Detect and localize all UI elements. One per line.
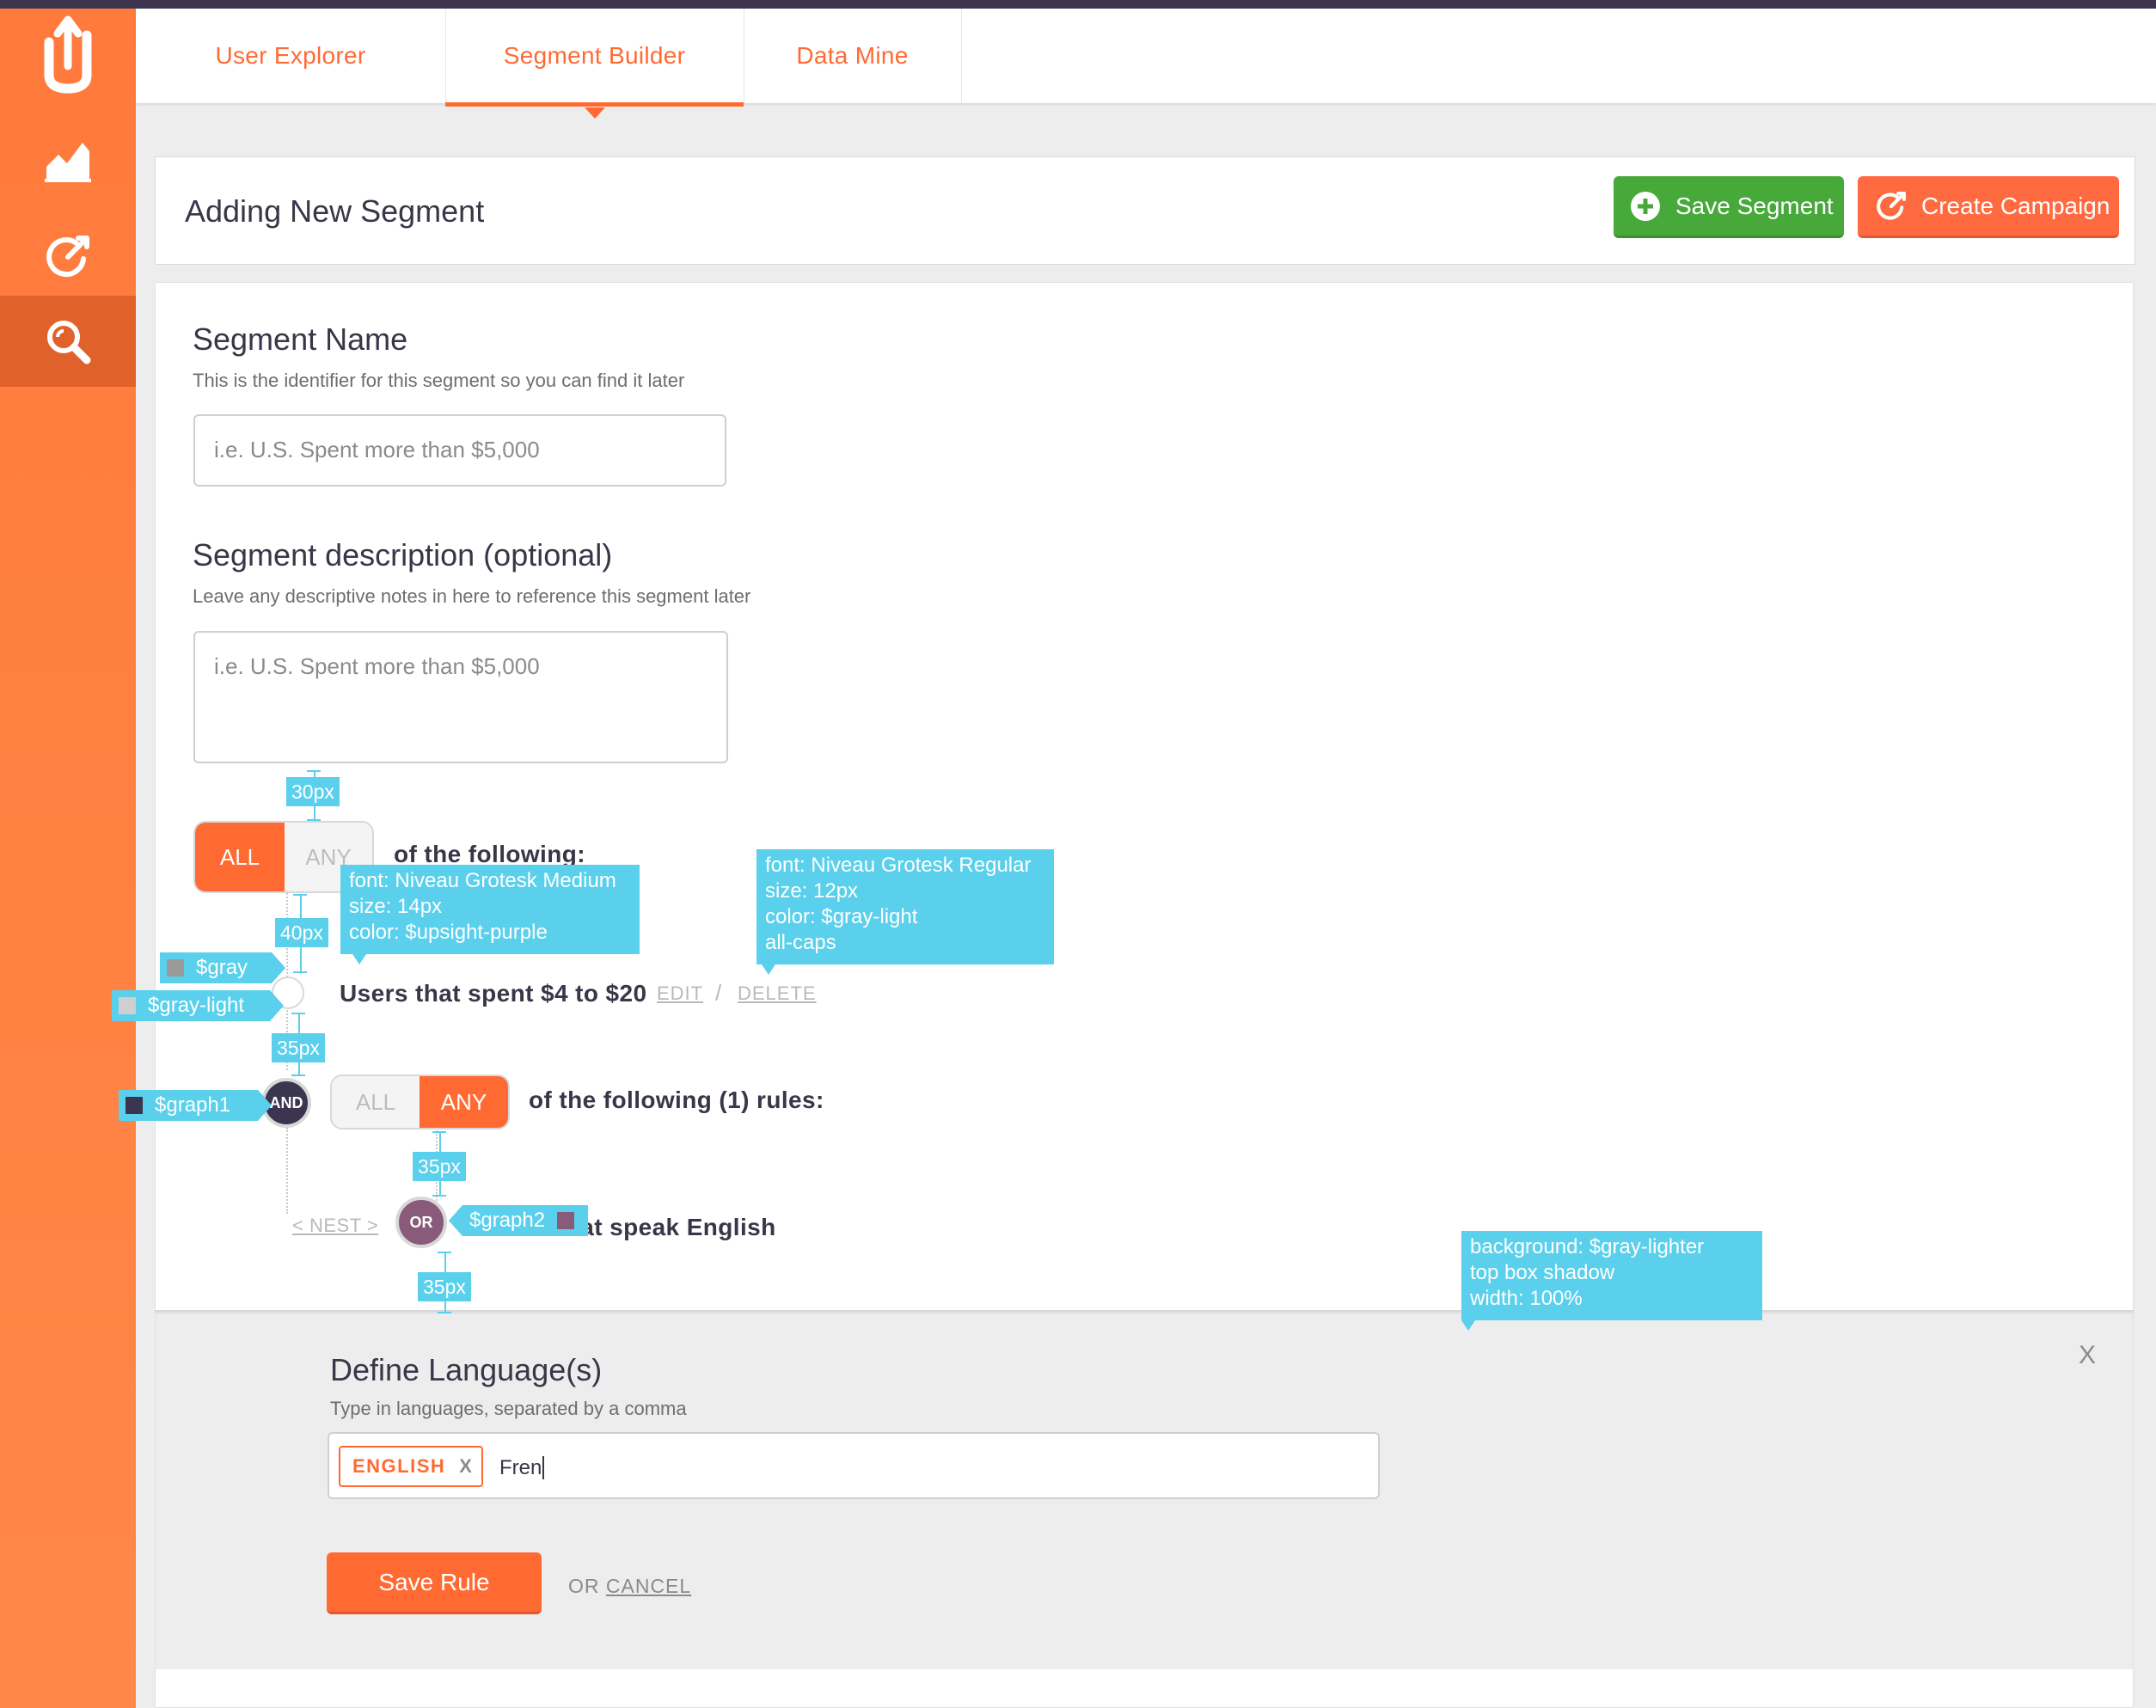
define-language-help: Type in languages, separated by a comma xyxy=(330,1398,687,1419)
language-chip: ENGLISH X xyxy=(339,1446,483,1487)
segment-name-input[interactable]: i.e. U.S. Spent more than $5,000 xyxy=(193,414,726,487)
save-segment-button[interactable]: Save Segment xyxy=(1614,176,1844,238)
spacing-label-35: 35px xyxy=(272,1033,325,1062)
of-the-following-rules-label: of the following (1) rules: xyxy=(529,1087,824,1113)
top-bar xyxy=(0,0,2156,9)
close-panel-button[interactable]: X xyxy=(2079,1341,2097,1370)
font-regular-spec: font: Niveau Grotesk Regular size: 12px … xyxy=(756,849,1054,975)
color-swatch xyxy=(167,959,184,976)
spacing-marker xyxy=(438,1312,451,1313)
edit-link[interactable]: EDIT xyxy=(657,983,703,1005)
tab-segment-builder[interactable]: Segment Builder xyxy=(445,9,744,119)
toggle-all-option[interactable]: ALL xyxy=(195,823,285,891)
target-icon[interactable] xyxy=(0,211,136,303)
top-tabs: User Explorer Segment Builder Data Mine xyxy=(136,9,2156,119)
swatch-gray: $gray xyxy=(160,952,285,983)
swatch-graph1: $graph1 xyxy=(119,1090,272,1121)
spacing-marker xyxy=(291,1074,305,1076)
search-icon[interactable] xyxy=(0,296,136,387)
spacing-marker xyxy=(438,1252,451,1253)
background-spec: background: $gray-lighter top box shadow… xyxy=(1461,1231,1762,1331)
spacing-label-40: 40px xyxy=(275,918,328,947)
chart-icon[interactable] xyxy=(0,113,136,205)
segment-name-help: This is the identifier for this segment … xyxy=(193,370,685,391)
define-language-title: Define Language(s) xyxy=(330,1352,603,1387)
color-swatch xyxy=(557,1212,575,1229)
spacing-marker xyxy=(293,894,307,896)
nest-link[interactable]: < NEST > xyxy=(292,1215,378,1237)
swatch-graph2: $graph2 xyxy=(449,1205,588,1236)
toggle-any-option[interactable]: ANY xyxy=(420,1076,508,1128)
spacing-marker xyxy=(293,971,307,973)
page-title: Adding New Segment xyxy=(185,193,485,229)
plus-circle-icon xyxy=(1629,190,1662,223)
or-node: OR xyxy=(395,1197,447,1248)
spacing-marker xyxy=(291,1013,305,1014)
language-input[interactable]: ENGLISH X Fren xyxy=(328,1432,1380,1499)
sidebar xyxy=(0,9,136,1708)
save-rule-button[interactable]: Save Rule xyxy=(327,1552,542,1614)
rule-1-label: Users that spent $4 to $20 xyxy=(340,980,647,1007)
tab-data-mine[interactable]: Data Mine xyxy=(744,9,962,103)
swatch-gray-light: $gray-light xyxy=(112,990,284,1021)
spacing-label-35: 35px xyxy=(413,1152,466,1181)
or-cancel: OR CANCEL xyxy=(568,1575,692,1597)
match-toggle-nested[interactable]: ALL ANY xyxy=(330,1074,510,1129)
toggle-all-option[interactable]: ALL xyxy=(332,1076,420,1128)
font-medium-spec: font: Niveau Grotesk Medium size: 14px c… xyxy=(340,865,640,964)
spacing-marker xyxy=(307,819,321,821)
spacing-label-35: 35px xyxy=(418,1272,471,1301)
chip-remove-button[interactable]: X xyxy=(459,1455,473,1478)
cancel-link[interactable]: CANCEL xyxy=(606,1575,691,1597)
spacing-marker xyxy=(432,1195,446,1197)
link-separator: / xyxy=(715,980,723,1006)
target-icon xyxy=(1875,190,1908,223)
color-swatch xyxy=(126,1097,143,1114)
spacing-marker xyxy=(432,1131,446,1133)
segment-description-textarea[interactable]: i.e. U.S. Spent more than $5,000 xyxy=(193,631,728,763)
language-input-text: Fren xyxy=(499,1456,545,1480)
create-campaign-button[interactable]: Create Campaign xyxy=(1858,176,2119,238)
segment-name-title: Segment Name xyxy=(193,321,408,357)
segment-description-help: Leave any descriptive notes in here to r… xyxy=(193,585,751,607)
tree-connector xyxy=(286,1128,288,1214)
tab-user-explorer[interactable]: User Explorer xyxy=(136,9,446,103)
color-swatch xyxy=(119,997,136,1014)
spacing-marker xyxy=(307,770,321,772)
upsight-logo-icon[interactable] xyxy=(0,9,136,100)
delete-link[interactable]: DELETE xyxy=(738,983,817,1005)
segment-description-title: Segment description (optional) xyxy=(193,537,613,572)
spacing-label-30: 30px xyxy=(286,777,340,806)
